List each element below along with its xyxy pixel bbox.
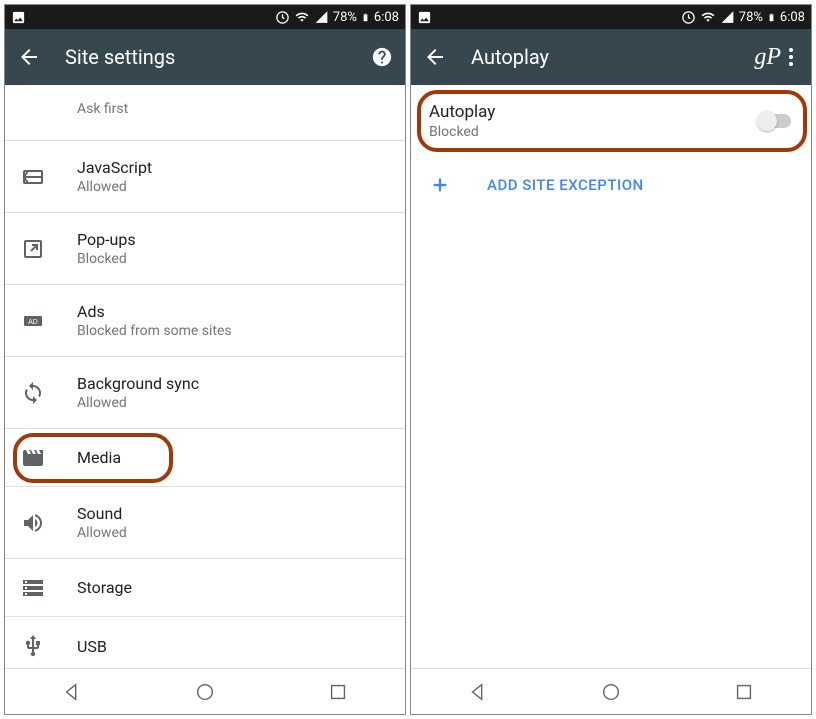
wifi-icon bbox=[294, 10, 310, 24]
back-icon[interactable] bbox=[17, 45, 41, 69]
add-exception-label: ADD SITE EXCEPTION bbox=[487, 176, 644, 194]
cell-signal-icon bbox=[720, 10, 735, 24]
picture-icon bbox=[417, 10, 432, 25]
item-subtitle: Blocked from some sites bbox=[77, 323, 232, 339]
svg-text:AD: AD bbox=[28, 319, 38, 326]
item-title: USB bbox=[77, 637, 107, 656]
time: 6:08 bbox=[374, 10, 399, 25]
item-subtitle: Blocked bbox=[77, 251, 136, 267]
app-bar: Autoplay gP bbox=[411, 29, 811, 85]
status-right: 78% 6:08 bbox=[681, 10, 805, 25]
nav-bar bbox=[411, 668, 811, 714]
status-left bbox=[417, 10, 432, 25]
nav-bar bbox=[5, 668, 405, 714]
settings-item-ads[interactable]: AD Ads Blocked from some sites bbox=[5, 285, 405, 357]
item-subtitle: Allowed bbox=[77, 525, 127, 541]
autoplay-toggle-row[interactable]: Autoplay Blocked bbox=[411, 85, 811, 157]
sound-icon bbox=[21, 511, 45, 535]
sync-icon bbox=[21, 381, 45, 405]
status-left bbox=[11, 10, 26, 25]
nav-home-button[interactable] bbox=[194, 681, 216, 703]
add-exception-button[interactable]: ADD SITE EXCEPTION bbox=[411, 157, 811, 213]
status-bar: 78% 6:08 bbox=[5, 5, 405, 29]
settings-item-bg-sync[interactable]: Background sync Allowed bbox=[5, 357, 405, 429]
wifi-icon bbox=[700, 10, 716, 24]
status-right: 78% 6:08 bbox=[275, 10, 399, 25]
ads-icon: AD bbox=[21, 309, 45, 333]
gp-logo: gP bbox=[754, 44, 781, 71]
settings-item-ask-first[interactable]: Ask first bbox=[5, 85, 405, 141]
autoplay-subtitle: Blocked bbox=[429, 124, 757, 140]
item-title: Ads bbox=[77, 302, 232, 321]
battery-percent: 78% bbox=[739, 10, 763, 25]
autoplay-title: Autoplay bbox=[429, 102, 757, 122]
back-icon[interactable] bbox=[423, 45, 447, 69]
app-bar: Site settings bbox=[5, 29, 405, 85]
cell-signal-icon bbox=[314, 10, 329, 24]
settings-item-storage[interactable]: Storage bbox=[5, 559, 405, 617]
item-title: Storage bbox=[77, 578, 132, 597]
media-icon bbox=[21, 446, 45, 470]
screen-site-settings: 78% 6:08 Site settings Ask first JavaScr… bbox=[4, 4, 406, 715]
battery-icon bbox=[361, 10, 370, 25]
usb-icon bbox=[21, 634, 45, 658]
screen-autoplay: 78% 6:08 Autoplay gP Autoplay Blocked AD… bbox=[410, 4, 812, 715]
status-bar: 78% 6:08 bbox=[411, 5, 811, 29]
settings-item-popups[interactable]: Pop-ups Blocked bbox=[5, 213, 405, 285]
item-subtitle: Ask first bbox=[77, 101, 128, 117]
autoplay-toggle[interactable] bbox=[757, 111, 793, 131]
nav-home-button[interactable] bbox=[600, 681, 622, 703]
page-title: Site settings bbox=[65, 45, 371, 69]
battery-percent: 78% bbox=[333, 10, 357, 25]
item-title: JavaScript bbox=[77, 158, 152, 177]
autoplay-content: Autoplay Blocked ADD SITE EXCEPTION bbox=[411, 85, 811, 668]
plus-icon bbox=[429, 174, 451, 196]
nav-recent-button[interactable] bbox=[733, 681, 755, 703]
item-title: Pop-ups bbox=[77, 230, 136, 249]
nav-recent-button[interactable] bbox=[327, 681, 349, 703]
storage-icon bbox=[21, 576, 45, 600]
settings-item-sound[interactable]: Sound Allowed bbox=[5, 487, 405, 559]
popup-icon bbox=[21, 237, 45, 261]
time: 6:08 bbox=[780, 10, 805, 25]
item-title: Media bbox=[77, 448, 121, 467]
refresh-clock-icon bbox=[275, 10, 290, 25]
help-icon[interactable] bbox=[371, 46, 393, 68]
item-title: Sound bbox=[77, 504, 127, 523]
item-subtitle: Allowed bbox=[77, 395, 199, 411]
javascript-icon bbox=[21, 165, 45, 189]
picture-icon bbox=[11, 10, 26, 25]
battery-icon bbox=[767, 10, 776, 25]
nav-back-button[interactable] bbox=[467, 681, 489, 703]
overflow-menu-button[interactable] bbox=[783, 48, 799, 66]
refresh-clock-icon bbox=[681, 10, 696, 25]
settings-item-usb[interactable]: USB bbox=[5, 617, 405, 668]
settings-item-media[interactable]: Media bbox=[5, 429, 405, 487]
settings-item-javascript[interactable]: JavaScript Allowed bbox=[5, 141, 405, 213]
nav-back-button[interactable] bbox=[61, 681, 83, 703]
item-subtitle: Allowed bbox=[77, 179, 152, 195]
page-title: Autoplay bbox=[471, 45, 754, 69]
item-title: Background sync bbox=[77, 374, 199, 393]
blank-icon bbox=[21, 97, 45, 121]
settings-list: Ask first JavaScript Allowed Pop-ups Blo… bbox=[5, 85, 405, 668]
